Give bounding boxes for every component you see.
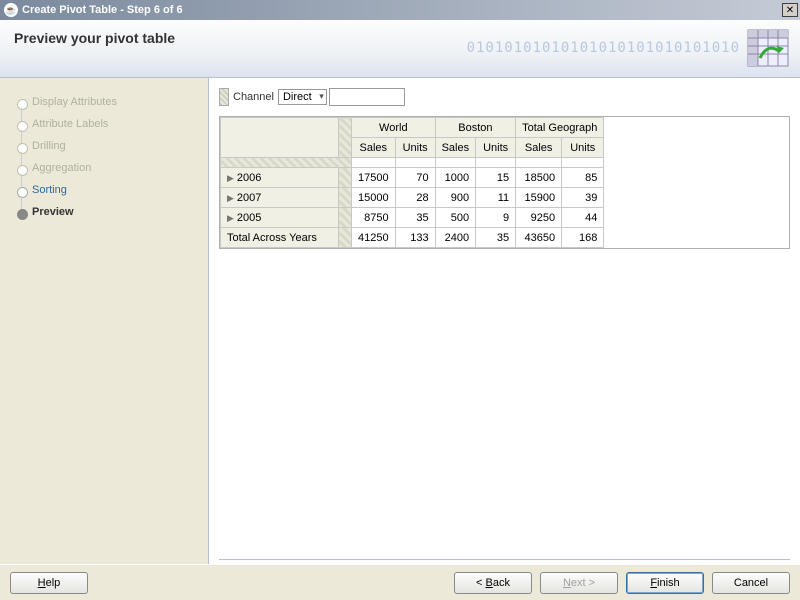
- data-cell: 1000: [435, 168, 476, 188]
- help-button[interactable]: Help: [10, 572, 88, 594]
- data-cell: 85: [562, 168, 604, 188]
- window-title: Create Pivot Table - Step 6 of 6: [22, 4, 183, 16]
- finish-button[interactable]: Finish: [626, 572, 704, 594]
- wizard-footer: Help < Back Next > Finish Cancel: [0, 564, 800, 600]
- row-grip[interactable]: [339, 228, 352, 248]
- help-label-rest: elp: [46, 577, 61, 589]
- total-cell: 43650: [516, 228, 562, 248]
- filter-empty-slot[interactable]: [329, 88, 405, 106]
- wizard-step-drilling[interactable]: Drilling: [14, 136, 200, 158]
- data-cell: 15900: [516, 188, 562, 208]
- close-button[interactable]: ✕: [782, 3, 798, 17]
- wizard-step-sorting[interactable]: Sorting: [14, 180, 200, 202]
- wizard-step-label: Aggregation: [32, 162, 91, 174]
- titlebar: ☕ Create Pivot Table - Step 6 of 6 ✕: [0, 0, 800, 20]
- data-cell: 9: [476, 208, 516, 228]
- column-sub-header[interactable]: Sales: [435, 138, 476, 158]
- data-cell: 15: [476, 168, 516, 188]
- content-area: Channel Direct WorldBostonTotal Geograph…: [208, 78, 800, 564]
- filter-dimension-label: Channel: [229, 91, 278, 103]
- filter-value-select[interactable]: Direct: [278, 89, 327, 105]
- total-cell: 35: [476, 228, 516, 248]
- row-grip[interactable]: [339, 188, 352, 208]
- column-group-header[interactable]: Total Geograph: [516, 118, 604, 138]
- cancel-label: Cancel: [734, 577, 768, 589]
- column-sub-header[interactable]: Units: [562, 138, 604, 158]
- wizard-step-label: Preview: [32, 206, 74, 218]
- wizard-step-display-attributes[interactable]: Display Attributes: [14, 92, 200, 114]
- header-decoration: 01010101010101010101010101010: [467, 40, 740, 56]
- pivot-corner: [221, 118, 339, 158]
- column-group-header[interactable]: World: [352, 118, 436, 138]
- page-filter-bar: Channel Direct: [219, 88, 790, 106]
- column-group-header[interactable]: Boston: [435, 118, 516, 138]
- expand-icon[interactable]: ▶: [227, 173, 237, 183]
- total-row-header: Total Across Years: [221, 228, 339, 248]
- expand-icon[interactable]: ▶: [227, 213, 237, 223]
- wizard-steps-sidebar: Display Attributes Attribute Labels Drilli…: [0, 78, 208, 564]
- row-header[interactable]: ▶2007: [221, 188, 339, 208]
- data-cell: 28: [395, 188, 435, 208]
- expand-icon[interactable]: ▶: [227, 193, 237, 203]
- data-cell: 44: [562, 208, 604, 228]
- data-cell: 18500: [516, 168, 562, 188]
- drag-grip-icon[interactable]: [219, 88, 229, 106]
- data-cell: 11: [476, 188, 516, 208]
- cancel-button[interactable]: Cancel: [712, 572, 790, 594]
- column-drag-grip[interactable]: [339, 118, 352, 158]
- data-cell: 35: [395, 208, 435, 228]
- wizard-step-label: Display Attributes: [32, 96, 117, 108]
- filter-value-text: Direct: [283, 91, 312, 103]
- total-cell: 2400: [435, 228, 476, 248]
- app-icon: ☕: [4, 3, 18, 17]
- wizard-step-attribute-labels[interactable]: Attribute Labels: [14, 114, 200, 136]
- wizard-step-aggregation[interactable]: Aggregation: [14, 158, 200, 180]
- pivot-table: WorldBostonTotal GeographSalesUnitsSales…: [219, 116, 790, 249]
- row-grip[interactable]: [339, 208, 352, 228]
- column-sub-header[interactable]: Sales: [516, 138, 562, 158]
- row-drag-grip[interactable]: [221, 158, 352, 168]
- data-cell: 70: [395, 168, 435, 188]
- data-cell: 17500: [352, 168, 396, 188]
- data-cell: 8750: [352, 208, 396, 228]
- wizard-step-preview: Preview: [14, 202, 200, 224]
- data-cell: 9250: [516, 208, 562, 228]
- column-sub-header[interactable]: Units: [395, 138, 435, 158]
- total-cell: 133: [395, 228, 435, 248]
- wizard-step-link[interactable]: Sorting: [32, 184, 67, 196]
- wizard-step-label: Attribute Labels: [32, 118, 108, 130]
- total-cell: 168: [562, 228, 604, 248]
- column-sub-header[interactable]: Units: [476, 138, 516, 158]
- total-cell: 41250: [352, 228, 396, 248]
- row-grip[interactable]: [339, 168, 352, 188]
- data-cell: 500: [435, 208, 476, 228]
- wizard-header: Preview your pivot table 010101010101010…: [0, 20, 800, 78]
- data-cell: 900: [435, 188, 476, 208]
- pivot-icon: [746, 28, 790, 68]
- row-header[interactable]: ▶2006: [221, 168, 339, 188]
- next-button: Next >: [540, 572, 618, 594]
- row-header[interactable]: ▶2005: [221, 208, 339, 228]
- back-button[interactable]: < Back: [454, 572, 532, 594]
- wizard-step-label: Drilling: [32, 140, 66, 152]
- column-sub-header[interactable]: Sales: [352, 138, 396, 158]
- data-cell: 15000: [352, 188, 396, 208]
- data-cell: 39: [562, 188, 604, 208]
